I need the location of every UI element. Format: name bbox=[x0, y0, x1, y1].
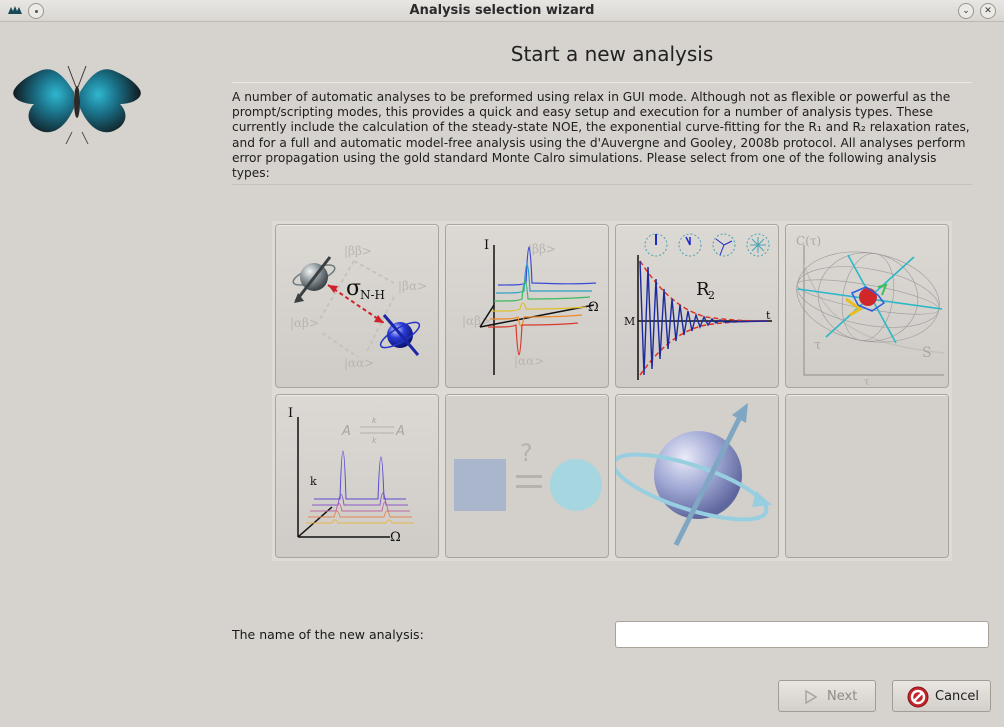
rd-a1: A bbox=[341, 424, 351, 439]
title-divider bbox=[232, 82, 972, 83]
r1-analysis-button[interactable]: |ββ> |αβ> |αα> I Ω bbox=[445, 224, 609, 388]
r1-state-aa: |αα> bbox=[514, 354, 544, 368]
noe-icon: |ββ> |βα> |αβ> |αα> σ N-H bbox=[290, 244, 427, 370]
description-divider bbox=[232, 184, 972, 185]
r1-icon: |ββ> |αβ> |αα> I Ω bbox=[462, 238, 599, 375]
noe-analysis-button[interactable]: |ββ> |βα> |αβ> |αα> σ N-H bbox=[275, 224, 439, 388]
rd-k-1: k bbox=[372, 436, 377, 445]
spin-viewer-button[interactable] bbox=[615, 394, 779, 558]
rd-k1: k bbox=[372, 416, 377, 425]
close-window-button[interactable]: ✕ bbox=[980, 3, 996, 19]
r2-analysis-button[interactable]: R 2 M t bbox=[615, 224, 779, 388]
next-button[interactable]: Next bbox=[778, 680, 876, 712]
consistency-testing-icon: ? bbox=[454, 439, 602, 511]
page-title: Start a new analysis bbox=[510, 42, 714, 66]
noe-sigma-label: σ bbox=[346, 276, 361, 301]
relaxation-dispersion-icon: A A k k I k Ω bbox=[288, 406, 414, 545]
r1-axis-i: I bbox=[484, 238, 489, 253]
consistency-testing-button[interactable]: ? bbox=[445, 394, 609, 558]
mf-tau-e: τ bbox=[814, 338, 821, 353]
cancel-button-label: Cancel bbox=[935, 689, 980, 704]
r2-icon: R 2 M t bbox=[624, 233, 772, 380]
noe-state-aa: |αα> bbox=[344, 356, 374, 370]
analysis-name-label: The name of the new analysis: bbox=[232, 627, 424, 642]
analysis-name-input[interactable] bbox=[615, 621, 989, 648]
r1-state-bb: |ββ> bbox=[528, 242, 556, 256]
empty-tile bbox=[785, 394, 949, 558]
relax-butterfly-logo bbox=[13, 65, 141, 145]
r2-axis-t: t bbox=[766, 309, 771, 322]
rd-axis-omega: Ω bbox=[390, 530, 401, 545]
next-button-label: Next bbox=[827, 689, 858, 704]
noe-state-bb: |ββ> bbox=[344, 244, 372, 258]
mf-axis-tau: τ bbox=[864, 377, 870, 388]
model-free-analysis-button[interactable]: C(τ) τ τ S bbox=[785, 224, 949, 388]
r1-axis-omega: Ω bbox=[588, 300, 599, 315]
cancel-button[interactable]: Cancel bbox=[892, 680, 991, 712]
minimize-button[interactable]: ⌄ bbox=[958, 3, 974, 19]
consistency-question-mark: ? bbox=[520, 439, 533, 467]
rd-axis-k: k bbox=[310, 475, 317, 488]
spin-icon bbox=[616, 403, 772, 547]
noe-state-ba: |βα> bbox=[398, 279, 427, 293]
window-title: Analysis selection wizard bbox=[409, 3, 595, 18]
noe-sigma-subscript: N-H bbox=[360, 288, 385, 302]
next-arrow-icon bbox=[805, 689, 818, 705]
rd-a2: A bbox=[395, 424, 405, 439]
analysis-description: A number of automatic analyses to be pre… bbox=[232, 90, 970, 181]
title-bar: Analysis selection wizard ⌄ ✕ bbox=[0, 0, 1004, 22]
relaxation-dispersion-button[interactable]: A A k k I k Ω bbox=[275, 394, 439, 558]
r2-label-subscript: 2 bbox=[708, 289, 715, 302]
mf-s2: S bbox=[922, 345, 932, 361]
model-free-icon: C(τ) τ τ S bbox=[796, 234, 945, 388]
analysis-type-grid: |ββ> |βα> |αβ> |αα> σ N-H |ββ> |αβ> |αα>… bbox=[272, 221, 952, 561]
r2-axis-m: M bbox=[624, 315, 635, 328]
cancel-icon bbox=[907, 686, 929, 708]
mf-axis-c: C(τ) bbox=[796, 234, 821, 248]
noe-state-ab: |αβ> bbox=[290, 316, 319, 330]
rd-axis-i: I bbox=[288, 406, 293, 421]
